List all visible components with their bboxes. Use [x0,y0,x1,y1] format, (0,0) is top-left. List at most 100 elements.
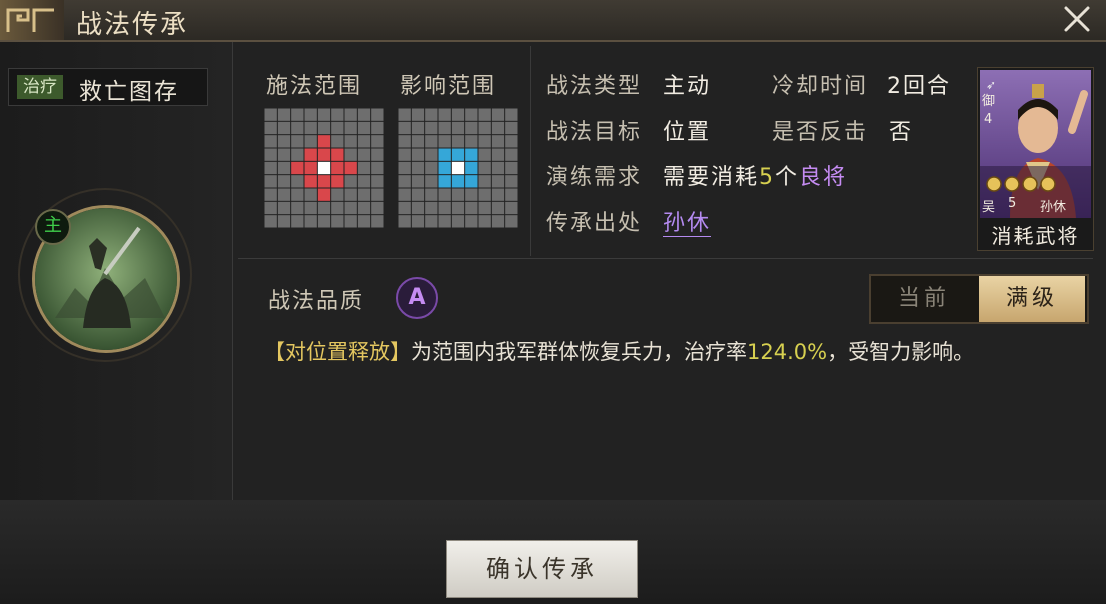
grid-cell [491,215,505,228]
grid-cell [465,135,478,148]
grid-cell [438,175,451,188]
grid-cell [344,135,357,148]
grid-cell [277,201,291,215]
grid-cell [425,215,438,228]
grid-cell [411,108,425,121]
grid-cell [451,135,465,148]
grid-cell [465,188,478,201]
grid-cell [304,135,317,148]
counter-value: 否 [889,120,914,145]
skill-target-label: 战法目标 [546,120,643,145]
grid-cell [438,201,451,215]
grid-cell [438,215,451,228]
grid-cell [317,188,331,201]
title-bar: 战法传承 [0,0,1106,42]
star-icon [1040,176,1056,192]
grid-cell [371,175,384,188]
grid-cell [371,215,384,228]
skill-target-row: 战法目标 位置 [546,114,711,146]
grid-cell [264,161,277,175]
grid-cell [317,121,331,135]
close-icon[interactable] [1060,2,1094,36]
grid-cell [357,121,371,135]
grid-cell [465,175,478,188]
grid-cell [277,135,291,148]
skill-description: 【对位置释放】为范围内我军群体恢复兵力，治疗率124.0%，受智力影响。 [264,336,974,366]
skill-type-value: 主动 [663,74,712,99]
grid-cell [398,175,411,188]
grid-cell [438,121,451,135]
grid-cell [357,175,371,188]
grid-cell [317,135,331,148]
grid-cell [317,161,331,175]
hero-portrait [980,70,1091,218]
grid-cell [411,148,425,161]
skill-type-label: 战法类型 [546,74,643,99]
origin-row: 传承出处 孙休 [546,205,712,237]
grid-cell [465,121,478,135]
grid-cell [304,121,317,135]
grid-cell [344,161,357,175]
grid-cell [478,135,491,148]
grid-cell [491,175,505,188]
hero-cost: 4 [984,112,993,127]
grid-cell [344,148,357,161]
origin-label: 传承出处 [546,211,643,236]
description-text-a: 为范围内我军群体恢复兵力，治疗率 [411,340,747,364]
counter-row: 是否反击 否 [772,114,913,146]
grid-cell [411,135,425,148]
grid-cell [277,215,291,228]
grid-cell [304,108,317,121]
grid-cell [451,161,465,175]
grid-cell [331,201,344,215]
grid-cell [505,135,518,148]
heal-rate: 124.0% [747,340,828,364]
grid-cell [371,188,384,201]
grid-cell [398,135,411,148]
grid-cell [505,148,518,161]
counter-label: 是否反击 [772,120,869,145]
grid-cell [331,188,344,201]
cooldown-label: 冷却时间 [772,74,869,99]
origin-hero-link[interactable]: 孙休 [663,211,712,237]
requirement-grade: 良将 [799,165,848,190]
grid-cell [331,108,344,121]
grid-cell [478,121,491,135]
skill-type-row: 战法类型 主动 [546,68,711,100]
grid-cell [451,188,465,201]
section-divider [238,258,1093,259]
divider [530,46,531,256]
grid-cell [425,175,438,188]
grid-cell [277,161,291,175]
quality-label: 战法品质 [268,289,365,314]
grid-cell [331,135,344,148]
toggle-max-level[interactable]: 满级 [979,276,1085,322]
grid-cell [291,135,304,148]
description-text-b: ，受智力影响。 [827,340,975,364]
grid-cell [465,215,478,228]
level-toggle: 当前 满级 [869,274,1089,324]
grid-cell [304,161,317,175]
grid-cell [451,148,465,161]
grid-cell [505,108,518,121]
grid-cell [317,175,331,188]
grid-cell [491,148,505,161]
grid-cell [451,175,465,188]
grid-cell [357,135,371,148]
confirm-inherit-button[interactable]: 确认传承 [446,540,638,598]
grid-cell [264,148,277,161]
grid-cell [291,148,304,161]
grid-cell [317,108,331,121]
main-skill-badge: 主 [35,209,71,245]
grid-cell [478,175,491,188]
toggle-current[interactable]: 当前 [871,276,977,322]
grid-cell [398,215,411,228]
grid-cell [425,201,438,215]
description-tag: 【对位置释放】 [264,340,411,364]
grid-cell [478,161,491,175]
hero-card[interactable]: ➶ 御 4 吴 5 孙休 消耗武将 [977,67,1094,251]
requirement-count: 5 [759,165,776,190]
grid-cell [491,201,505,215]
grid-cell [505,161,518,175]
grid-cell [438,161,451,175]
